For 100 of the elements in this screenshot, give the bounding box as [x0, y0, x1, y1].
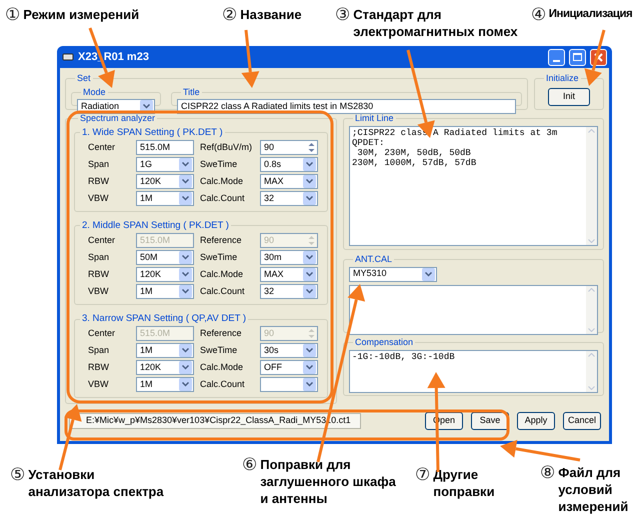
callout-number: ①: [5, 6, 20, 24]
chevron-down-icon: [306, 162, 313, 167]
group-label: Initialize: [545, 72, 580, 85]
callout-number: ⑦: [415, 466, 430, 484]
dropdown-field[interactable]: 30m: [260, 250, 318, 265]
dialog-button[interactable]: Apply: [517, 412, 555, 430]
dropdown-field[interactable]: 1M: [136, 343, 194, 358]
minimize-button[interactable]: [548, 48, 565, 66]
app-icon: [62, 52, 74, 62]
dropdown-field[interactable]: 1G: [136, 156, 194, 172]
dropdown-field[interactable]: 1M: [136, 284, 194, 299]
chevron-down-icon: [182, 255, 189, 260]
field-label: VBW: [88, 378, 110, 391]
chevron-down-icon: [306, 196, 313, 201]
dropdown-button[interactable]: [179, 285, 192, 298]
callout-label: Стандарт для электромагнитных помех: [353, 6, 518, 40]
chevron-down-icon: [182, 289, 189, 294]
spin-arrows-icon[interactable]: [308, 142, 315, 153]
callout-label: Файл для условий измерений: [558, 464, 628, 515]
dropdown-button[interactable]: [303, 344, 316, 358]
field-label: RBW: [88, 174, 110, 188]
chevron-down-icon: [306, 255, 313, 260]
callout-number: ⑤: [10, 466, 26, 484]
section-title: 1. Wide SPAN Setting ( PK.DET ): [81, 126, 224, 140]
field-label: Ref(dBuV/m): [200, 140, 254, 154]
field-label: Calc.Mode: [200, 174, 244, 188]
section-title: 2. Middle SPAN Setting ( PK.DET ): [81, 218, 230, 233]
dropdown-field[interactable]: 50M: [136, 250, 194, 265]
group-label: Spectrum analyzer: [79, 112, 156, 125]
group-label: Limit Line: [354, 112, 395, 125]
dropdown-button[interactable]: [179, 361, 192, 374]
chevron-down-icon: [182, 365, 189, 370]
dialog-button[interactable]: Init: [548, 88, 590, 106]
dropdown-field[interactable]: [260, 377, 318, 392]
dropdown-button[interactable]: [179, 344, 192, 358]
dropdown-field[interactable]: OFF: [260, 360, 318, 376]
dropdown-button[interactable]: [179, 174, 192, 188]
chevron-down-icon: [306, 348, 313, 354]
field-label: Center: [88, 140, 116, 154]
antenna-textarea[interactable]: [349, 284, 598, 334]
field-label: Span: [88, 344, 110, 357]
field-label: Title: [182, 86, 201, 98]
text-field[interactable]: 515.0M: [136, 140, 194, 155]
group-label: ANT.CAL: [354, 253, 394, 266]
callout-label: Название: [240, 6, 302, 23]
group-label: Set: [76, 72, 92, 85]
chevron-down-icon: [182, 348, 189, 354]
field-label: Center: [88, 327, 116, 340]
dropdown-button[interactable]: [179, 268, 192, 281]
dropdown-button[interactable]: [179, 192, 192, 205]
callout-number: ④: [531, 6, 546, 24]
limit-line-text: 30M, 230M, 50dB, 50dB: [356, 148, 472, 158]
dropdown-field[interactable]: 1M: [136, 190, 194, 206]
chevron-down-icon: [182, 162, 189, 167]
dropdown-field[interactable]: MAX: [260, 267, 318, 282]
field-label: Center: [88, 234, 116, 247]
close-icon: [594, 52, 603, 62]
dropdown-button[interactable]: [303, 158, 316, 171]
dropdown-field[interactable]: MAX: [260, 174, 318, 189]
dialog-button[interactable]: Cancel: [563, 412, 601, 430]
field-label: Calc.Mode: [200, 361, 244, 374]
maximize-button[interactable]: [569, 48, 586, 66]
field-label: Span: [88, 250, 110, 264]
dropdown-field[interactable]: 120K: [136, 174, 194, 189]
dropdown-field[interactable]: 120K: [136, 267, 194, 282]
dropdown-button[interactable]: [303, 285, 316, 298]
dropdown-field[interactable]: MY5310: [349, 266, 437, 282]
dropdown-button[interactable]: [303, 361, 316, 374]
field-label: Reference: [200, 327, 243, 340]
dropdown-button[interactable]: [303, 378, 316, 392]
field-label: Mode: [82, 86, 107, 98]
dropdown-button[interactable]: [303, 192, 316, 205]
dropdown-field[interactable]: 0.8s: [260, 156, 318, 172]
field-label: Calc.Count: [200, 192, 246, 204]
dropdown-field[interactable]: 32: [260, 284, 318, 299]
dropdown-field[interactable]: 120K: [136, 360, 194, 376]
chevron-down-icon: [306, 272, 313, 277]
callout-label: Инициализация: [548, 7, 632, 22]
field-label: RBW: [88, 268, 110, 281]
dropdown-field[interactable]: 32: [260, 190, 318, 206]
spin-field[interactable]: 90: [260, 140, 318, 155]
dropdown-button[interactable]: [303, 268, 316, 281]
field-label: SweTime: [200, 250, 238, 264]
field-label: Reference: [200, 234, 243, 247]
dropdown-button[interactable]: [179, 251, 192, 264]
field-label: Calc.Mode: [200, 268, 244, 281]
callout-label: Поправки для заглушенного шкафа и антенны: [260, 456, 396, 507]
chevron-down-icon: [306, 289, 313, 294]
dropdown-button[interactable]: [303, 174, 316, 188]
compensation-textarea[interactable]: -1G:-10dB, 3G:-10dB: [349, 350, 598, 392]
chevron-down-icon: [306, 178, 313, 184]
dropdown-field[interactable]: 1M: [136, 377, 194, 392]
group-label: Compensation: [354, 336, 414, 349]
dropdown-button[interactable]: [303, 251, 316, 264]
title-field[interactable]: CISPR22 class A Radiated limits test in MS2830: [177, 99, 516, 114]
dropdown-field[interactable]: 30s: [260, 343, 318, 358]
dropdown-button[interactable]: [422, 268, 435, 280]
dropdown-button[interactable]: [179, 378, 192, 392]
pointer-arrow: [58, 404, 82, 470]
dropdown-button[interactable]: [179, 158, 192, 171]
